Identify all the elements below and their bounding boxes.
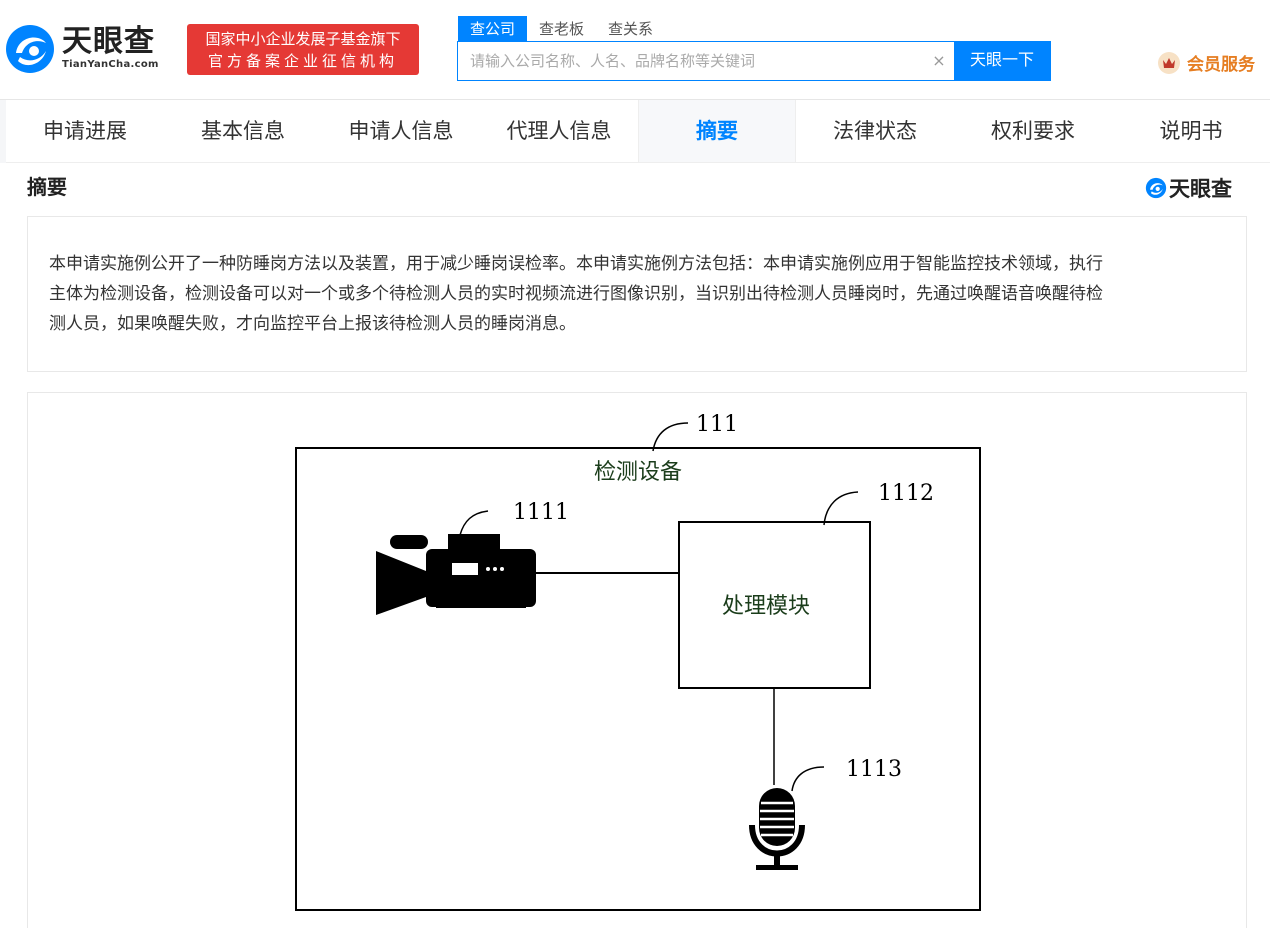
patent-nav-tabs: 申请进展 基本信息 申请人信息 代理人信息 摘要 法律状态 权利要求 说明书 — [6, 100, 1270, 163]
logo-en: TianYanCha.com — [62, 59, 159, 70]
section-title: 摘要 — [27, 175, 67, 199]
badge-line1: 国家中小企业发展子基金旗下 — [205, 29, 401, 48]
vip-service-link[interactable]: 会员服务 — [1158, 50, 1255, 75]
processing-module-label: 处理模块 — [722, 594, 810, 619]
abstract-line: 测人员，如果唤醒失败，才向监控平台上报该待检测人员的睡岗消息。 — [49, 314, 576, 334]
tab-claims[interactable]: 权利要求 — [954, 100, 1112, 162]
header: 天眼查 TianYanCha.com 国家中小企业发展子基金旗下 官方备案企业征… — [0, 0, 1270, 100]
tab-abstract[interactable]: 摘要 — [638, 100, 796, 162]
tab-agent-info[interactable]: 代理人信息 — [480, 100, 638, 162]
search-tab-relation[interactable]: 查关系 — [596, 16, 665, 42]
abstract-figure: 111 检测设备 1112 处理模块 1111 1113 — [27, 392, 1247, 928]
tab-basic-info[interactable]: 基本信息 — [164, 100, 322, 162]
patent-diagram: 111 检测设备 1112 处理模块 1111 1113 — [295, 412, 981, 911]
microphone-icon — [749, 766, 825, 870]
brand-text: 天眼查 — [1169, 177, 1232, 201]
search-tab-company[interactable]: 查公司 — [458, 16, 528, 42]
logo-cn: 天眼查 — [62, 24, 155, 59]
search-input[interactable] — [458, 42, 924, 80]
leader-line-1112 — [823, 491, 859, 526]
vip-label: 会员服务 — [1187, 55, 1255, 75]
video-camera-icon — [376, 510, 536, 615]
tab-applicant-info[interactable]: 申请人信息 — [322, 100, 480, 162]
search-box: × 天眼一下 — [457, 41, 1051, 81]
tab-application-progress[interactable]: 申请进展 — [6, 100, 164, 162]
abstract-line: 主体为检测设备，检测设备可以对一个或多个待检测人员的实时视频流进行图像识别，当识… — [49, 284, 1103, 304]
ref-1113: 1113 — [846, 757, 902, 782]
clear-icon[interactable]: × — [924, 42, 954, 80]
ref-1112: 1112 — [878, 481, 934, 506]
crown-icon — [1158, 51, 1180, 74]
logo-text: 天眼查 TianYanCha.com — [62, 26, 159, 72]
detection-device-label: 检测设备 — [594, 460, 682, 485]
badge-line2: 官方备案企业征信机构 — [207, 51, 398, 70]
abstract-line: 本申请实施例公开了一种防睡岗方法以及装置，用于减少睡岗误检率。本申请实施例方法包… — [49, 254, 1103, 274]
ref-1111: 1111 — [513, 500, 569, 525]
detection-device-box — [295, 447, 981, 911]
abstract-text: 本申请实施例公开了一种防睡岗方法以及装置，用于减少睡岗误检率。本申请实施例方法包… — [27, 216, 1247, 372]
search-tabs: 查公司 查老板 查关系 — [458, 16, 665, 42]
ref-111: 111 — [696, 412, 738, 437]
leader-line-111 — [652, 422, 689, 452]
tianyancha-logo-icon — [6, 25, 54, 73]
search-tab-boss[interactable]: 查老板 — [527, 16, 596, 42]
tab-legal-status[interactable]: 法律状态 — [796, 100, 954, 162]
abstract-section: 摘要 天眼查 本申请实施例公开了一种防睡岗方法以及装置，用于减少睡岗误检率。本申… — [0, 163, 1270, 928]
search-button[interactable]: 天眼一下 — [954, 42, 1050, 80]
brand-watermark: 天眼查 — [1145, 173, 1232, 203]
tab-description[interactable]: 说明书 — [1112, 100, 1270, 162]
official-badge: 国家中小企业发展子基金旗下 官方备案企业征信机构 — [187, 24, 419, 75]
logo[interactable]: 天眼查 TianYanCha.com — [4, 24, 174, 74]
tianyancha-small-logo-icon — [1145, 177, 1167, 199]
